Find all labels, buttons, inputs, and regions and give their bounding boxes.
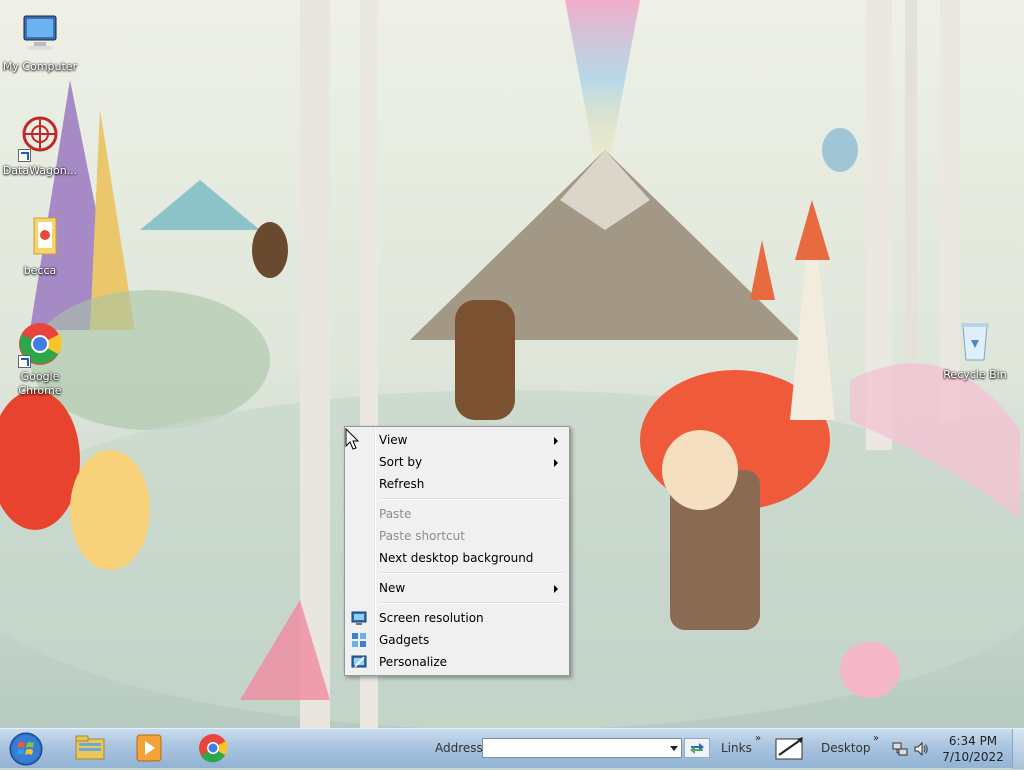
- clock-time: 6:34 PM: [948, 734, 998, 748]
- menu-item-label: Sort by: [379, 455, 423, 469]
- taskbar: Address Links » Desktop » 6:34 PM 7/10/2…: [0, 728, 1024, 769]
- mouse-cursor-icon: [345, 428, 360, 450]
- menu-item-sort-by[interactable]: Sort by: [347, 451, 567, 473]
- address-toolbar-label: Address: [435, 741, 483, 755]
- desktop-chevron-icon[interactable]: »: [873, 733, 879, 744]
- shortcut-arrow-icon: [18, 355, 31, 368]
- desktop-icon-datawagon[interactable]: DataWagon...: [0, 114, 80, 178]
- show-desktop-button[interactable]: [1012, 729, 1024, 769]
- desktop-icon-becca[interactable]: becca: [0, 214, 80, 278]
- menu-item-label: Next desktop background: [379, 551, 534, 565]
- taskbar-google-chrome[interactable]: [195, 731, 231, 765]
- media-player-icon: [136, 734, 162, 762]
- chrome-icon: [16, 320, 64, 368]
- menu-item-label: Gadgets: [379, 633, 430, 647]
- menu-item-personalize[interactable]: Personalize: [347, 651, 567, 673]
- personalize-icon: [351, 654, 367, 670]
- menu-item-refresh[interactable]: Refresh: [347, 473, 567, 495]
- desktop-icon-label: becca: [23, 264, 57, 277]
- desktop-icon-google-chrome[interactable]: Google Chrome: [0, 320, 80, 398]
- shortcut-arrow-icon: [18, 149, 31, 162]
- recycle-bin-icon: [951, 318, 999, 366]
- menu-separator: [379, 498, 565, 500]
- menu-item-view[interactable]: View: [347, 429, 567, 451]
- menu-item-label: View: [379, 433, 408, 447]
- desktop-icon-label: Google Chrome: [18, 370, 62, 397]
- volume-icon[interactable]: [913, 741, 929, 757]
- desktop-icon-label: DataWagon...: [2, 164, 78, 177]
- links-toolbar-label[interactable]: Links: [721, 741, 752, 755]
- taskbar-media-player[interactable]: [131, 731, 167, 765]
- address-dropdown-button[interactable]: [667, 739, 681, 757]
- taskbar-windows-explorer[interactable]: [72, 731, 108, 765]
- menu-item-label: Screen resolution: [379, 611, 484, 625]
- desktop-toolbar-label[interactable]: Desktop: [821, 741, 871, 755]
- menu-item-new[interactable]: New: [347, 577, 567, 599]
- menu-item-label: Personalize: [379, 655, 448, 669]
- folder-icon: [16, 214, 64, 262]
- menu-item-label: Refresh: [379, 477, 425, 491]
- gadgets-icon: [351, 632, 367, 648]
- clock[interactable]: 6:34 PM 7/10/2022: [940, 733, 1006, 765]
- submenu-arrow-icon: [554, 459, 558, 467]
- desktop-icon-label: My Computer: [2, 60, 78, 73]
- chevron-down-icon: [670, 746, 678, 751]
- computer-icon: [16, 10, 64, 58]
- go-arrows-icon: [690, 743, 704, 754]
- windows-explorer-icon: [75, 735, 105, 760]
- address-go-button[interactable]: [684, 738, 710, 758]
- datawagon-icon: [16, 114, 64, 162]
- menu-item-label: Paste: [379, 507, 412, 521]
- desktop-icon-recycle-bin[interactable]: Recycle Bin: [935, 318, 1015, 382]
- submenu-arrow-icon: [554, 437, 558, 445]
- screen-resolution-icon: [351, 610, 367, 626]
- network-icon[interactable]: [892, 741, 908, 757]
- links-chevron-icon[interactable]: »: [755, 733, 761, 744]
- menu-item-screen-resolution[interactable]: Screen resolution: [347, 607, 567, 629]
- submenu-arrow-icon: [554, 585, 558, 593]
- menu-separator: [379, 572, 565, 574]
- menu-item-label: Paste shortcut: [379, 529, 465, 543]
- chrome-icon: [199, 734, 228, 763]
- desktop-context-menu: View Sort by Refresh Paste Paste shortcu…: [344, 426, 570, 676]
- menu-item-paste-shortcut: Paste shortcut: [347, 525, 567, 547]
- clock-date: 7/10/2022: [942, 750, 1004, 764]
- desktop-toolbar-icon[interactable]: [773, 733, 807, 765]
- menu-item-paste: Paste: [347, 503, 567, 525]
- menu-item-next-desktop-background[interactable]: Next desktop background: [347, 547, 567, 569]
- desktop-icon-label: Recycle Bin: [943, 368, 1007, 381]
- address-input[interactable]: [482, 738, 682, 758]
- desktop-icon-my-computer[interactable]: My Computer: [0, 10, 80, 74]
- menu-item-label: New: [379, 581, 406, 595]
- menu-item-gadgets[interactable]: Gadgets: [347, 629, 567, 651]
- menu-separator: [379, 602, 565, 604]
- start-button[interactable]: [8, 731, 44, 767]
